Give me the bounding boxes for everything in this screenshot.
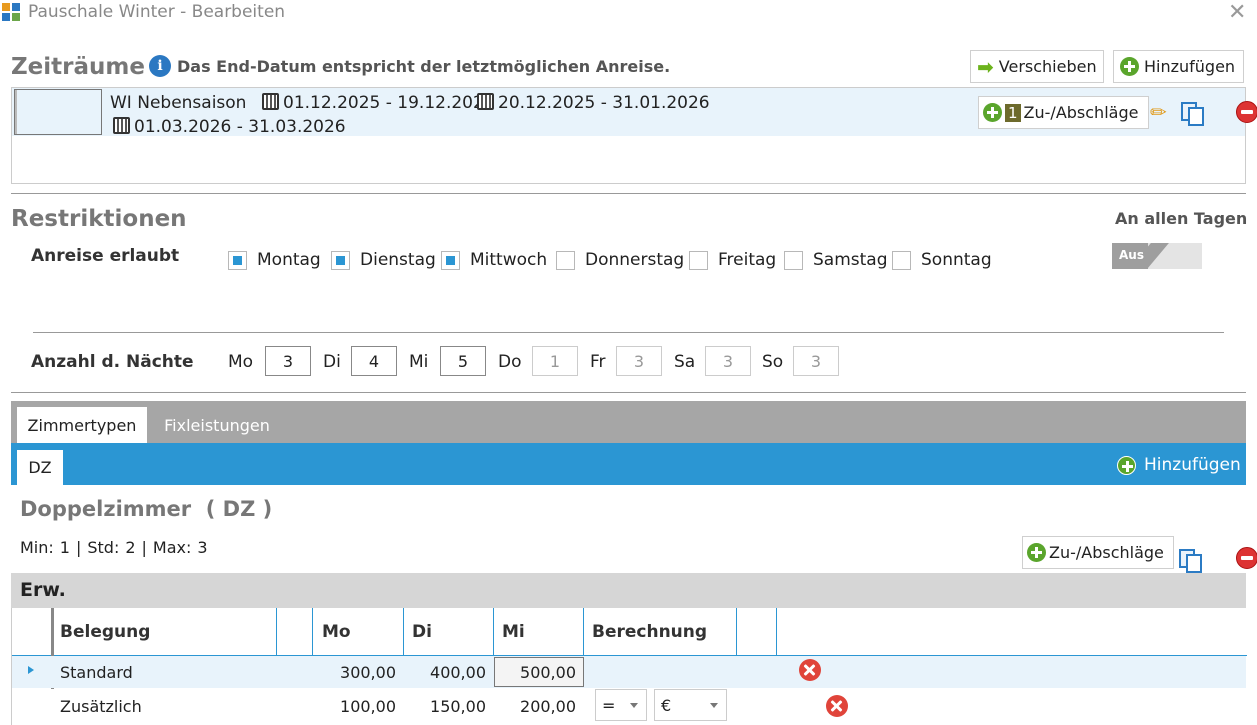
col-header-belegung[interactable]: Belegung (60, 622, 150, 642)
calc-unit-select[interactable]: € (654, 689, 727, 721)
col-header-mo[interactable]: Mo (322, 622, 351, 642)
nights-so-input[interactable]: 3 (793, 346, 839, 376)
price-mi[interactable]: 500,00 (480, 663, 576, 682)
nights-fr-input[interactable]: 3 (616, 346, 662, 376)
room-tab-bar (11, 443, 1246, 485)
night-day-label: Mi (409, 352, 429, 372)
period-color-swatch[interactable] (14, 89, 102, 135)
price-di[interactable]: 150,00 (390, 697, 486, 716)
checkbox[interactable] (689, 250, 708, 270)
copy-icon[interactable] (1180, 101, 1204, 126)
move-button[interactable]: ➡ Verschieben (970, 50, 1104, 83)
toggle-label: Aus (1119, 248, 1144, 262)
group-label: Erw. (20, 579, 66, 601)
occupancy-info: Min: 1 | Std: 2 | Max: 3 (20, 538, 208, 557)
period-list: WI Nebensaison 01.12.2025 - 19.12.2025 2… (11, 87, 1257, 184)
tab-zimmertypen[interactable]: Zimmertypen (17, 407, 147, 443)
day-checkbox-donnerstag[interactable]: Donnerstag (556, 250, 684, 270)
nights-mo-input[interactable]: 3 (265, 346, 311, 376)
add-icon (983, 103, 1002, 122)
nights-mi-input[interactable]: 5 (440, 346, 486, 376)
delete-period-icon[interactable] (1236, 101, 1257, 123)
nights-sa-input[interactable]: 3 (705, 346, 751, 376)
edit-pencil-icon[interactable]: ✏ (1150, 100, 1167, 124)
price-di[interactable]: 400,00 (390, 663, 486, 682)
day-checkbox-freitag[interactable]: Freitag (689, 250, 776, 270)
add-icon (1027, 543, 1046, 562)
add-room-button[interactable]: Hinzufügen (1117, 455, 1241, 475)
day-checkbox-samstag[interactable]: Samstag (784, 250, 888, 270)
col-header-berechnung[interactable]: Berechnung (592, 622, 707, 642)
room-title: Doppelzimmer ( DZ ) (20, 497, 273, 521)
period-name: WI Nebensaison (110, 93, 247, 113)
col-header-di[interactable]: Di (412, 622, 432, 642)
surcharge-count-badge: 1 (1005, 103, 1021, 122)
day-checkbox-sonntag[interactable]: Sonntag (892, 250, 992, 270)
divider (11, 193, 1246, 194)
room-surcharge-button[interactable]: Zu-/Abschläge (1022, 536, 1174, 569)
row-selector-arrow-icon (28, 666, 34, 674)
date-range-1: 01.12.2025 - 19.12.2025 (262, 93, 495, 113)
add-icon (1117, 455, 1136, 475)
night-day-label: Fr (590, 352, 606, 372)
add-period-button[interactable]: Hinzufügen (1113, 50, 1244, 83)
calendar-icon (477, 93, 494, 110)
room-tab-dz[interactable]: DZ (17, 450, 63, 485)
window-title: Pauschale Winter - Bearbeiten (28, 2, 286, 22)
checkbox[interactable] (784, 250, 803, 270)
day-checkbox-montag[interactable]: Montag (228, 250, 321, 270)
all-days-toggle[interactable]: Aus (1112, 243, 1202, 269)
copy-icon[interactable] (1178, 548, 1202, 573)
date-range-2: 20.12.2025 - 31.01.2026 (477, 93, 710, 113)
price-mo[interactable]: 100,00 (300, 697, 396, 716)
calc-operator-select[interactable]: = (595, 689, 647, 721)
checkbox[interactable] (556, 250, 575, 270)
close-icon[interactable]: ✕ (1228, 0, 1246, 25)
naechte-label: Anzahl d. Nächte (31, 352, 194, 372)
table-row[interactable] (12, 656, 1246, 688)
info-icon: i (149, 55, 171, 77)
checkbox[interactable] (331, 250, 350, 270)
divider (11, 392, 1246, 393)
anreise-label: Anreise erlaubt (31, 246, 180, 266)
calendar-icon (262, 93, 279, 110)
row-label: Zusätzlich (60, 697, 142, 716)
night-day-label: So (762, 352, 784, 372)
checkbox[interactable] (228, 250, 247, 270)
night-day-label: Mo (228, 352, 254, 372)
tab-fixleistungen[interactable]: Fixleistungen (155, 407, 279, 443)
all-days-label: An allen Tagen (1115, 209, 1248, 228)
arrow-right-icon: ➡ (977, 54, 994, 79)
calendar-icon (113, 117, 130, 134)
nights-di-input[interactable]: 4 (351, 346, 397, 376)
price-mi[interactable]: 200,00 (480, 697, 576, 716)
checkbox[interactable] (892, 250, 911, 270)
title-bar: Pauschale Winter - Bearbeiten ✕ (0, 0, 1257, 28)
checkbox[interactable] (441, 250, 460, 270)
price-mo[interactable]: 300,00 (300, 663, 396, 682)
add-icon (1120, 57, 1139, 76)
day-checkbox-dienstag[interactable]: Dienstag (331, 250, 436, 270)
divider (33, 332, 1224, 333)
nights-do-input[interactable]: 1 (532, 346, 578, 376)
period-surcharge-button[interactable]: 1 Zu-/Abschläge (978, 96, 1149, 129)
info-text: Das End-Datum entspricht der letztmöglic… (177, 57, 671, 76)
night-day-label: Sa (674, 352, 696, 372)
row-label: Standard (60, 663, 133, 682)
night-day-label: Do (498, 352, 522, 372)
zeitraeume-title: Zeiträume (11, 54, 145, 80)
delete-room-icon[interactable] (1236, 546, 1257, 569)
date-range-3: 01.03.2026 - 31.03.2026 (113, 117, 346, 137)
group-header (11, 573, 1246, 608)
col-header-mi[interactable]: Mi (502, 622, 525, 642)
day-checkbox-mittwoch[interactable]: Mittwoch (441, 250, 547, 270)
night-day-label: Di (323, 352, 341, 372)
restriktionen-title: Restriktionen (11, 206, 187, 232)
app-icon (2, 3, 20, 21)
